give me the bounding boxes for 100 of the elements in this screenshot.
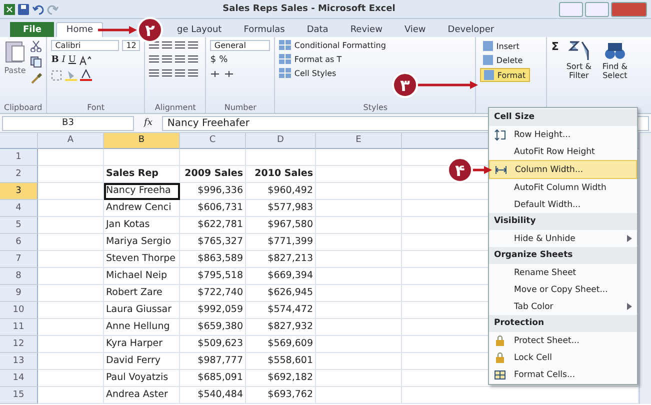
- styles-button[interactable]: Cell Styles: [294, 68, 336, 78]
- ribbon-tab[interactable]: Developer: [438, 22, 504, 37]
- table-cell: David Ferry: [104, 353, 180, 370]
- sort-filter-button[interactable]: Sort & Filter: [562, 62, 595, 80]
- cells-button[interactable]: Insert: [480, 40, 530, 52]
- fill-color-icon[interactable]: [65, 69, 78, 81]
- row-number[interactable]: 1: [0, 149, 38, 166]
- file-tab[interactable]: File: [10, 22, 54, 37]
- ribbon-tab[interactable]: Review: [340, 22, 392, 37]
- number-format-field[interactable]: General: [210, 40, 270, 51]
- name-box[interactable]: B3: [2, 116, 134, 130]
- table-cell: $992,059: [180, 302, 246, 319]
- ribbon-tab[interactable]: ge Layout: [167, 22, 232, 37]
- row-number[interactable]: 13: [0, 353, 38, 370]
- italic-button[interactable]: I: [62, 55, 66, 65]
- cells-button[interactable]: Format: [480, 68, 530, 82]
- menu-item[interactable]: Rename Sheet: [489, 264, 637, 281]
- row-number[interactable]: 10: [0, 302, 38, 319]
- table-cell: $569,609: [246, 336, 316, 353]
- menu-heading: Cell Size: [489, 109, 637, 126]
- table-cell: $996,336: [180, 183, 246, 200]
- find-select-button[interactable]: Find & Select: [598, 62, 631, 80]
- ribbon-tab[interactable]: View: [394, 22, 436, 37]
- row-number[interactable]: 8: [0, 268, 38, 285]
- row-number[interactable]: 15: [0, 387, 38, 404]
- table-cell: $558,601: [246, 353, 316, 370]
- menu-item[interactable]: Move or Copy Sheet...: [489, 281, 637, 298]
- scissors-icon[interactable]: [30, 40, 42, 52]
- table-cell: $693,762: [246, 387, 316, 404]
- save-icon[interactable]: [18, 4, 29, 14]
- styles-button[interactable]: Conditional Formatting: [294, 40, 386, 50]
- table-cell: [38, 166, 104, 183]
- menu-item[interactable]: AutoFit Column Width: [489, 179, 637, 196]
- font-size-field[interactable]: 12: [122, 40, 140, 51]
- menu-item[interactable]: Default Width...: [489, 196, 637, 213]
- menu-item[interactable]: Lock Cell: [489, 349, 637, 366]
- table-cell: $765,327: [180, 234, 246, 251]
- row-number[interactable]: 6: [0, 234, 38, 251]
- column-header[interactable]: E: [316, 133, 402, 149]
- close-button[interactable]: [611, 2, 647, 16]
- table-cell: $863,589: [180, 251, 246, 268]
- row-number[interactable]: 2: [0, 166, 38, 183]
- row-number[interactable]: 7: [0, 251, 38, 268]
- submenu-arrow-icon: [627, 235, 632, 242]
- lock-icon: [494, 334, 506, 346]
- grow-font-icon[interactable]: [78, 55, 91, 65]
- table-cell: $622,781: [180, 217, 246, 234]
- paste-button[interactable]: Paste: [4, 66, 26, 75]
- table-cell: [38, 336, 104, 353]
- menu-item[interactable]: AutoFit Row Height: [489, 143, 637, 160]
- table-cell: Paul Voyatzis: [104, 370, 180, 387]
- column-header[interactable]: C: [180, 133, 246, 149]
- ribbon-tab[interactable]: Formulas: [234, 22, 295, 37]
- underline-button[interactable]: U: [68, 55, 76, 65]
- row-number[interactable]: 5: [0, 217, 38, 234]
- table-cell: $967,580: [246, 217, 316, 234]
- table-cell: [38, 268, 104, 285]
- arrow: [98, 25, 137, 35]
- autosum-button[interactable]: Σ: [551, 40, 559, 53]
- menu-item[interactable]: Protect Sheet...: [489, 332, 637, 349]
- bold-button[interactable]: B: [51, 55, 59, 65]
- menu-item[interactable]: Hide & Unhide: [489, 230, 637, 247]
- brush-icon[interactable]: [30, 72, 42, 84]
- ribbon-tab[interactable]: Data: [296, 22, 338, 37]
- border-icon[interactable]: [51, 70, 62, 80]
- table-cell: $795,518: [180, 268, 246, 285]
- cells-button[interactable]: Delete: [480, 54, 530, 66]
- style-icon: [279, 68, 292, 78]
- row-number[interactable]: 14: [0, 370, 38, 387]
- row-number[interactable]: 11: [0, 319, 38, 336]
- row-number[interactable]: 4: [0, 200, 38, 217]
- table-cell: $987,777: [180, 353, 246, 370]
- table-cell: $827,213: [246, 251, 316, 268]
- font-color-icon[interactable]: [80, 69, 92, 81]
- table-cell: Andrew Cenci: [104, 200, 180, 217]
- column-header[interactable]: B: [104, 133, 180, 149]
- menu-item[interactable]: Column Width...: [489, 160, 637, 179]
- column-header[interactable]: D: [246, 133, 316, 149]
- ribbon-tab[interactable]: Home: [56, 22, 103, 37]
- decimal-icon[interactable]: [210, 69, 234, 79]
- row-number[interactable]: 12: [0, 336, 38, 353]
- cells-icon: [484, 70, 494, 80]
- table-cell: [38, 217, 104, 234]
- step-number-badge: ۴: [447, 157, 473, 183]
- row-number[interactable]: 9: [0, 285, 38, 302]
- styles-button[interactable]: Format as T: [294, 54, 342, 64]
- vertical-scrollbar[interactable]: [639, 133, 651, 404]
- table-cell: $685,091: [180, 370, 246, 387]
- font-name-field[interactable]: Calibri: [51, 40, 120, 51]
- row-number[interactable]: 3: [0, 183, 38, 200]
- menu-item[interactable]: Tab Color: [489, 298, 637, 315]
- column-width-icon: [495, 164, 507, 176]
- column-header[interactable]: A: [38, 133, 104, 149]
- function-button[interactable]: fx: [140, 118, 156, 128]
- currency-button[interactable]: $: [210, 55, 216, 65]
- percent-button[interactable]: %: [219, 55, 228, 65]
- excel-logo-icon[interactable]: [4, 4, 15, 14]
- copy-icon[interactable]: [30, 56, 42, 68]
- undo-icon[interactable]: [32, 4, 44, 14]
- menu-item[interactable]: Format Cells...: [489, 366, 637, 383]
